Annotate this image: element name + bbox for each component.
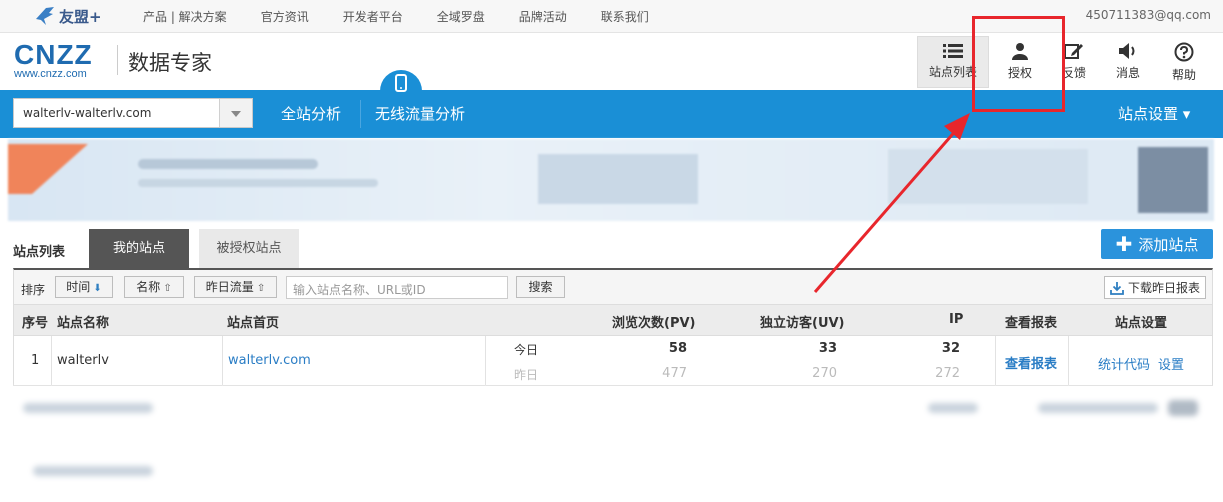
logo-divider <box>117 45 118 75</box>
table-header: 序号 站点名称 站点首页 浏览次数(PV) 独立访客(UV) IP 查看报表 站… <box>14 305 1212 336</box>
banner-decoration <box>538 154 698 204</box>
sort-name-label: 名称 <box>136 280 161 294</box>
row-settings-link[interactable]: 设置 <box>1158 354 1184 373</box>
row-pv-yesterday: 477 <box>662 366 687 381</box>
umeng-logo[interactable]: 友盟+ <box>34 5 102 27</box>
sort-time-button[interactable]: 时间 ⬇ <box>55 276 113 298</box>
row-homepage-link[interactable]: walterlv.com <box>228 353 311 368</box>
banner-decoration <box>138 179 378 187</box>
cnzz-logo-url: www.cnzz.com <box>14 68 87 80</box>
sort-traffic-label: 昨日流量 <box>205 280 254 294</box>
blurred-line <box>33 466 153 476</box>
banner-decoration <box>138 159 318 169</box>
site-select[interactable]: walterlv-walterlv.com <box>13 98 253 128</box>
help-icon <box>1174 42 1194 62</box>
row-yesterday-label: 昨日 <box>514 368 539 382</box>
download-report-button[interactable]: 下载昨日报表 <box>1104 276 1206 299</box>
site-search-input[interactable]: 输入站点名称、URL或ID <box>286 276 508 299</box>
promo-banner[interactable] <box>8 139 1214 221</box>
arrow-up-icon: ⇧ <box>163 283 172 294</box>
blurred-line <box>23 403 153 413</box>
product-title: 数据专家 <box>128 51 212 75</box>
umeng-brand: 友盟+ <box>59 7 102 26</box>
messages-label: 消息 <box>1115 66 1140 80</box>
col-site-name: 站点名称 <box>57 316 110 331</box>
top-nav-brand-events[interactable]: 品牌活动 <box>519 8 567 25</box>
sort-traffic-button[interactable]: 昨日流量 ⇧ <box>194 276 277 298</box>
arrow-up-icon: ⇧ <box>256 283 266 294</box>
sort-time-label: 时间 <box>66 280 91 294</box>
row-site-name: walterlv <box>57 353 109 368</box>
chevron-down-icon[interactable] <box>219 99 252 127</box>
search-button[interactable]: 搜索 <box>516 276 565 298</box>
blurred-line <box>1038 403 1158 413</box>
top-nav-products[interactable]: 产品 | 解决方案 <box>143 8 227 25</box>
top-nav: 产品 | 解决方案 官方资讯 开发者平台 全域罗盘 品牌活动 联系我们 <box>143 0 649 32</box>
edit-icon <box>1064 44 1083 59</box>
col-homepage: 站点首页 <box>227 316 280 331</box>
row-uv-today: 33 <box>818 341 837 356</box>
col-site-settings: 站点设置 <box>1115 316 1168 331</box>
site-list-label: 站点列表 <box>928 65 977 79</box>
col-ip: IP <box>949 312 964 327</box>
bird-icon <box>36 7 54 25</box>
col-uv: 独立访客(UV) <box>760 316 845 331</box>
row-uv-yesterday: 270 <box>812 366 837 381</box>
top-nav-compass[interactable]: 全域罗盘 <box>437 8 485 25</box>
table-row: 1 walterlv walterlv.com 今日 昨日 58 477 33 … <box>14 336 1212 386</box>
help-label: 帮助 <box>1171 68 1196 82</box>
row-tracking-code-link[interactable]: 统计代码 <box>1098 354 1150 373</box>
banner-decoration <box>1138 147 1208 213</box>
add-site-label: 添加站点 <box>1138 235 1199 254</box>
blurred-line <box>1168 400 1198 416</box>
col-pv: 浏览次数(PV) <box>612 316 696 331</box>
blurred-content <box>8 388 1214 498</box>
site-list-heading: 站点列表 <box>13 245 66 260</box>
download-icon <box>1110 281 1124 295</box>
plus-icon: ✚ <box>1115 232 1133 256</box>
row-pv-today: 58 <box>668 341 687 356</box>
arrow-down-icon: ⬇ <box>93 283 102 294</box>
row-ip-yesterday: 272 <box>935 366 960 381</box>
add-site-button[interactable]: ✚ 添加站点 <box>1101 229 1213 259</box>
tab-authorized-sites[interactable]: 被授权站点 <box>199 229 299 269</box>
download-report-label: 下载昨日报表 <box>1127 281 1200 295</box>
nav-site-analysis[interactable]: 全站分析 <box>281 90 341 138</box>
feedback-label: 反馈 <box>1061 66 1086 80</box>
top-nav-developer[interactable]: 开发者平台 <box>343 8 403 25</box>
annotation-highlight-box <box>972 16 1065 112</box>
banner-decoration <box>8 144 88 194</box>
user-email[interactable]: 450711383@qq.com <box>1086 8 1211 22</box>
row-view-report-link[interactable]: 查看报表 <box>1005 353 1057 372</box>
list-icon <box>943 44 963 58</box>
nav-wireless-analysis[interactable]: 无线流量分析 <box>375 90 465 138</box>
nav-divider <box>360 100 361 128</box>
table-toolbar: 排序 时间 ⬇ 名称 ⇧ 昨日流量 ⇧ 输入站点名称、URL或ID 搜索 下载昨日报表 <box>14 270 1212 305</box>
tab-my-sites[interactable]: 我的站点 <box>89 229 189 269</box>
top-nav-contact[interactable]: 联系我们 <box>601 8 649 25</box>
top-nav-news[interactable]: 官方资讯 <box>261 8 309 25</box>
sort-label: 排序 <box>21 283 46 297</box>
row-today-label: 今日 <box>514 343 539 357</box>
help-button[interactable]: 帮助 <box>1149 36 1219 86</box>
cnzz-logo-text: CNZZ <box>14 39 93 70</box>
site-settings-menu[interactable]: 站点设置 ▾ <box>1118 90 1190 138</box>
cnzz-logo[interactable]: CNZZ www.cnzz.com <box>14 39 109 81</box>
speaker-icon <box>1119 43 1135 59</box>
banner-decoration <box>888 149 1088 204</box>
site-tabs-row: 站点列表 我的站点 被授权站点 ✚ 添加站点 <box>13 229 1213 269</box>
row-ip-today: 32 <box>941 341 960 356</box>
col-report: 查看报表 <box>1005 316 1058 331</box>
site-table-panel: 排序 时间 ⬇ 名称 ⇧ 昨日流量 ⇧ 输入站点名称、URL或ID 搜索 下载昨日报表… <box>13 268 1213 386</box>
sort-name-button[interactable]: 名称 ⇧ <box>124 276 184 298</box>
blurred-line <box>928 403 978 413</box>
row-index: 1 <box>31 353 40 368</box>
col-index: 序号 <box>22 316 49 331</box>
site-select-value: walterlv-walterlv.com <box>23 106 152 120</box>
